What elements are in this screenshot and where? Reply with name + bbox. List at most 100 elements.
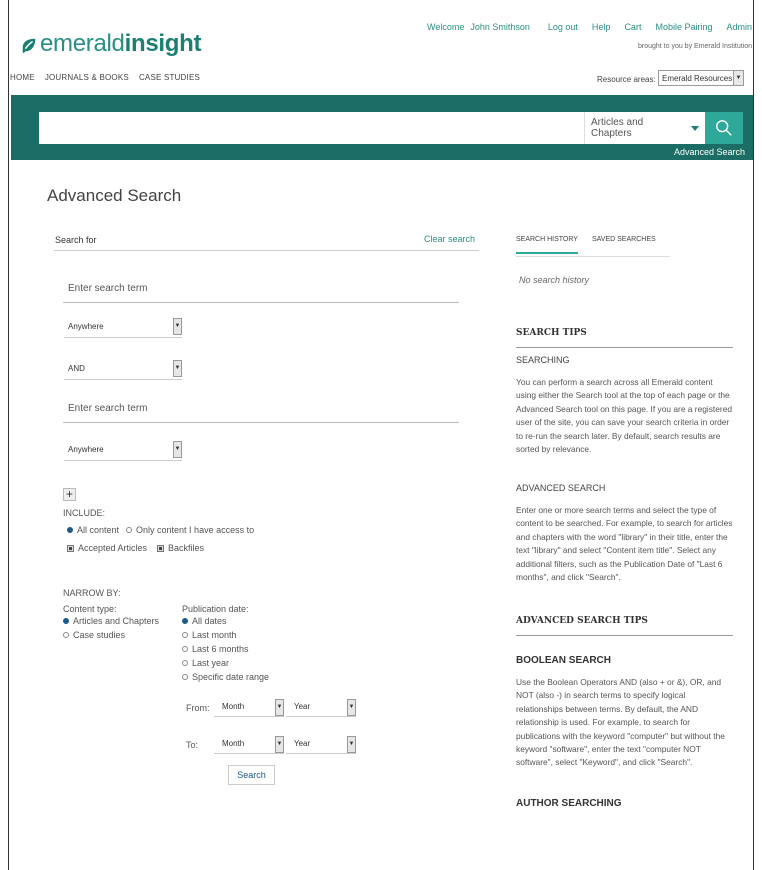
pub-date-all-label: All dates — [192, 616, 227, 626]
field-select-1[interactable]: Anywhere ▼ — [64, 316, 182, 338]
user-name-link[interactable]: John Smithson — [470, 22, 530, 32]
welcome-label: Welcome — [426, 22, 465, 32]
narrow-by-label: NARROW BY: — [63, 588, 121, 598]
publication-date-label: Publication date: — [182, 604, 249, 614]
pub-date-option[interactable]: Specific date range — [182, 672, 269, 682]
logo-text-bold: insight — [124, 30, 202, 57]
search-for-label: Search for — [55, 235, 97, 245]
include-checkboxes: Accepted Articles Backfiles — [67, 543, 204, 553]
tab-search-history[interactable]: SEARCH HISTORY — [516, 236, 578, 254]
include-access-radio[interactable] — [126, 527, 133, 533]
emerald-leaf-icon — [22, 38, 36, 54]
search-tips-heading: SEARCH TIPS — [516, 328, 587, 338]
history-tabs: SEARCH HISTORY SAVED SEARCHES — [516, 236, 656, 254]
pub-date-6months-radio[interactable] — [182, 646, 188, 652]
brought-to-you: brought to you by Emerald Institution — [637, 43, 752, 50]
dropdown-arrow-icon: ▼ — [275, 699, 284, 716]
content-type-label: Content type: — [63, 604, 117, 614]
to-year-select[interactable]: Year ▼ — [286, 734, 356, 754]
search-term-input-2[interactable]: Enter search term — [63, 397, 459, 423]
tabs-divider — [516, 256, 670, 257]
content-type-cases-radio[interactable] — [63, 632, 69, 638]
operator-select[interactable]: AND ▼ — [64, 358, 182, 380]
content-type-cases[interactable]: Case studies — [63, 630, 125, 640]
search-icon — [716, 120, 732, 136]
dropdown-arrow-icon: ▼ — [173, 441, 182, 458]
pub-date-all-radio[interactable] — [182, 618, 188, 624]
plus-icon: + — [65, 487, 73, 501]
pub-date-option[interactable]: Last month — [182, 630, 237, 640]
from-month-value: Month — [222, 702, 245, 711]
logout-link[interactable]: Log out — [548, 22, 578, 32]
pub-date-range-radio[interactable] — [182, 674, 188, 680]
include-all-radio[interactable] — [67, 527, 73, 533]
resource-areas-value: Emerald Resources — [662, 73, 733, 83]
pub-date-month-radio[interactable] — [182, 632, 188, 638]
divider — [516, 635, 733, 636]
accepted-articles-checkbox[interactable] — [67, 544, 74, 552]
pub-date-range-label: Specific date range — [192, 672, 270, 682]
divider — [54, 250, 479, 251]
emerald-logo[interactable]: emerald insight — [20, 30, 201, 58]
author-searching-heading: AUTHOR SEARCHING — [516, 798, 622, 809]
search-scope-value: Articles and Chapters — [591, 117, 644, 139]
accepted-articles-label: Accepted Articles — [78, 543, 148, 553]
content-type-articles-radio[interactable] — [63, 618, 69, 624]
field-select-2[interactable]: Anywhere ▼ — [64, 439, 182, 461]
admin-link[interactable]: Admin — [726, 22, 752, 32]
search-term-input-1[interactable]: Enter search term — [63, 277, 459, 303]
include-options: All content Only content I have access t… — [67, 525, 254, 535]
nav-home[interactable]: HOME — [10, 73, 35, 82]
backfiles-label: Backfiles — [168, 543, 205, 553]
pub-date-year-label: Last year — [192, 658, 230, 668]
caret-down-icon — [691, 125, 699, 131]
dropdown-arrow-icon: ▼ — [733, 71, 743, 85]
help-link[interactable]: Help — [592, 22, 611, 32]
boolean-search-text: Use the Boolean Operators AND (also + or… — [516, 677, 725, 768]
pub-date-option[interactable]: All dates — [182, 616, 227, 626]
add-term-button[interactable]: + — [63, 488, 76, 501]
boolean-search-heading: BOOLEAN SEARCH — [516, 655, 612, 666]
content-type-cases-label: Case studies — [73, 630, 126, 640]
cart-link[interactable]: Cart — [624, 22, 641, 32]
page-title: Advanced Search — [47, 186, 182, 205]
dropdown-arrow-icon: ▼ — [173, 360, 182, 377]
pub-date-option[interactable]: Last 6 months — [182, 644, 249, 654]
search-submit-button[interactable] — [705, 112, 743, 144]
include-all-label: All content — [77, 525, 120, 535]
mobile-pairing-link[interactable]: Mobile Pairing — [655, 22, 712, 32]
search-scope-select[interactable]: Articles and Chapters — [584, 112, 705, 144]
pub-date-option[interactable]: Last year — [182, 658, 229, 668]
from-year-select[interactable]: Year ▼ — [286, 697, 356, 717]
top-links: Welcome John Smithson Log out Help Cart … — [427, 22, 752, 32]
field-select-1-value: Anywhere — [68, 322, 104, 331]
to-month-select[interactable]: Month ▼ — [214, 734, 284, 754]
nav-journals-books[interactable]: JOURNALS & BOOKS — [45, 73, 129, 82]
field-select-2-value: Anywhere — [68, 445, 104, 454]
tab-saved-searches[interactable]: SAVED SEARCHES — [592, 236, 656, 254]
backfiles-checkbox[interactable] — [157, 544, 165, 552]
pub-date-6months-label: Last 6 months — [192, 644, 249, 654]
from-month-select[interactable]: Month ▼ — [214, 697, 284, 717]
resource-areas-select[interactable]: Emerald Resources ▼ — [658, 70, 744, 86]
pub-date-year-radio[interactable] — [182, 660, 188, 666]
logo-text-plain: emerald — [40, 30, 125, 57]
searching-heading: SEARCHING — [516, 355, 570, 365]
main-search-input[interactable] — [39, 112, 584, 144]
from-year-value: Year — [294, 702, 311, 711]
from-label: From: — [186, 703, 210, 713]
nav-case-studies[interactable]: CASE STUDIES — [139, 73, 200, 82]
content-type-articles[interactable]: Articles and Chapters — [63, 616, 159, 626]
clear-search-link[interactable]: Clear search — [424, 234, 475, 244]
content-type-articles-label: Articles and Chapters — [73, 616, 160, 626]
dropdown-arrow-icon: ▼ — [347, 699, 356, 716]
to-year-value: Year — [294, 739, 311, 748]
advanced-search-link[interactable]: Advanced Search — [674, 147, 745, 157]
divider — [516, 347, 733, 348]
dropdown-arrow-icon: ▼ — [275, 736, 284, 753]
search-button[interactable]: Search — [228, 765, 275, 785]
advanced-search-heading: ADVANCED SEARCH — [516, 483, 606, 493]
dropdown-arrow-icon: ▼ — [173, 318, 182, 335]
no-history-text: No search history — [519, 275, 590, 285]
include-label: INCLUDE: — [63, 508, 106, 518]
